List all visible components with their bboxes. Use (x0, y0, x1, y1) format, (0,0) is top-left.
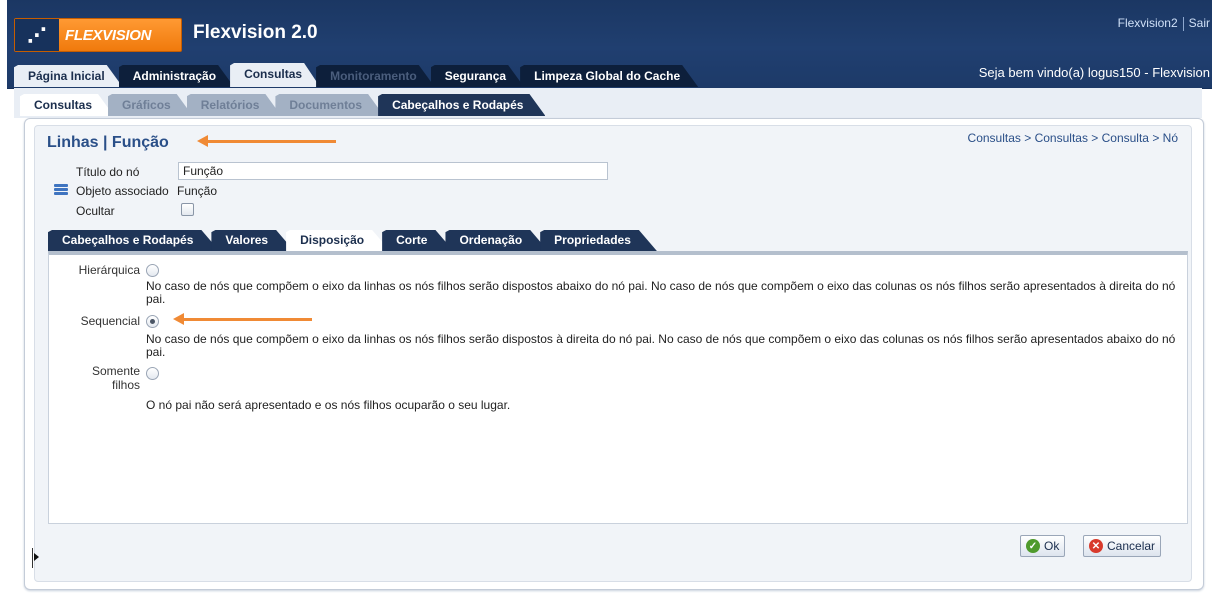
tab-monitoramento: Monitoramento (316, 65, 435, 87)
children-only-radio[interactable] (146, 367, 159, 380)
app-title: Flexvision 2.0 (193, 22, 318, 43)
tab-corte[interactable]: Corte (382, 230, 453, 251)
link-separator (1182, 16, 1184, 31)
user-links: Flexvision2 Sair (1118, 16, 1210, 31)
children-only-description: O nó pai não será apresentado e os nós f… (146, 398, 511, 412)
children-only-label-line2: filhos (111, 378, 140, 392)
ok-label: Ok (1044, 539, 1060, 553)
tab-disposicao[interactable]: Disposição (286, 230, 390, 251)
associated-object-label: Objeto associado (76, 184, 169, 198)
subtab-graficos[interactable]: Gráficos (108, 94, 193, 116)
children-only-label-line1: Somente (91, 364, 140, 378)
sub-tabs: Consultas Gráficos Relatórios Documentos… (20, 94, 539, 116)
annotation-arrow-title (197, 135, 336, 147)
logout-link[interactable]: Sair (1189, 16, 1210, 30)
check-icon: ✓ (1026, 539, 1040, 553)
tab-pagina-inicial[interactable]: Página Inicial (14, 65, 123, 87)
flexvision-logo: ⋰ FLEXVISION (14, 18, 182, 52)
subtab-cabecalhos-rodapes[interactable]: Cabeçalhos e Rodapés (378, 94, 545, 116)
sidebar-toggle-handle[interactable] (32, 548, 39, 568)
cancel-label: Cancelar (1107, 539, 1156, 553)
welcome-message: Seja bem vindo(a) logus150 - Flexvision (978, 65, 1210, 80)
ok-button[interactable]: ✓ Ok (1020, 535, 1066, 557)
user-link[interactable]: Flexvision2 (1118, 16, 1178, 30)
subtab-consultas[interactable]: Consultas (20, 94, 114, 116)
associated-object-value: Função (177, 184, 218, 198)
hierarchical-label: Hierárquica (78, 263, 140, 277)
cancel-button[interactable]: ✕ Cancelar (1083, 535, 1162, 557)
main-tabs: Página Inicial Administração Consultas M… (14, 63, 694, 87)
logo-text: FLEXVISION (65, 26, 152, 44)
logo-mark-icon: ⋰ (15, 19, 59, 51)
tab-ordenacao[interactable]: Ordenação (445, 230, 548, 251)
node-title-input[interactable] (178, 162, 608, 180)
sequential-label: Sequencial (80, 314, 140, 328)
tab-propriedades[interactable]: Propriedades (540, 230, 657, 251)
breadcrumb: Consultas > Consultas > Consulta > Nó (967, 131, 1178, 145)
tab-cabecalhos-rodapes[interactable]: Cabeçalhos e Rodapés (48, 230, 219, 251)
node-tabs: Cabeçalhos e Rodapés Valores Disposição … (48, 230, 649, 251)
subtab-relatorios[interactable]: Relatórios (187, 94, 282, 116)
hierarchical-radio[interactable] (146, 264, 159, 277)
tab-limpeza-cache[interactable]: Limpeza Global do Cache (520, 65, 698, 87)
database-icon (54, 184, 68, 197)
tab-consultas[interactable]: Consultas (230, 63, 320, 87)
sequential-radio[interactable] (146, 315, 159, 328)
hide-checkbox[interactable] (181, 203, 194, 216)
node-title-label: Título do nó (76, 165, 140, 179)
hierarchical-description: No caso de nós que compõem o eixo da lin… (146, 279, 1176, 306)
annotation-arrow-sequential (173, 313, 312, 325)
subtab-documentos[interactable]: Documentos (275, 94, 384, 116)
page-title: Linhas | Função (47, 134, 169, 151)
hide-label: Ocultar (76, 204, 115, 218)
tab-administracao[interactable]: Administração (119, 65, 234, 87)
sequential-description: No caso de nós que compõem o eixo da lin… (146, 332, 1176, 359)
tab-seguranca[interactable]: Segurança (431, 65, 524, 87)
tab-valores[interactable]: Valores (211, 230, 294, 251)
cancel-icon: ✕ (1089, 539, 1103, 553)
